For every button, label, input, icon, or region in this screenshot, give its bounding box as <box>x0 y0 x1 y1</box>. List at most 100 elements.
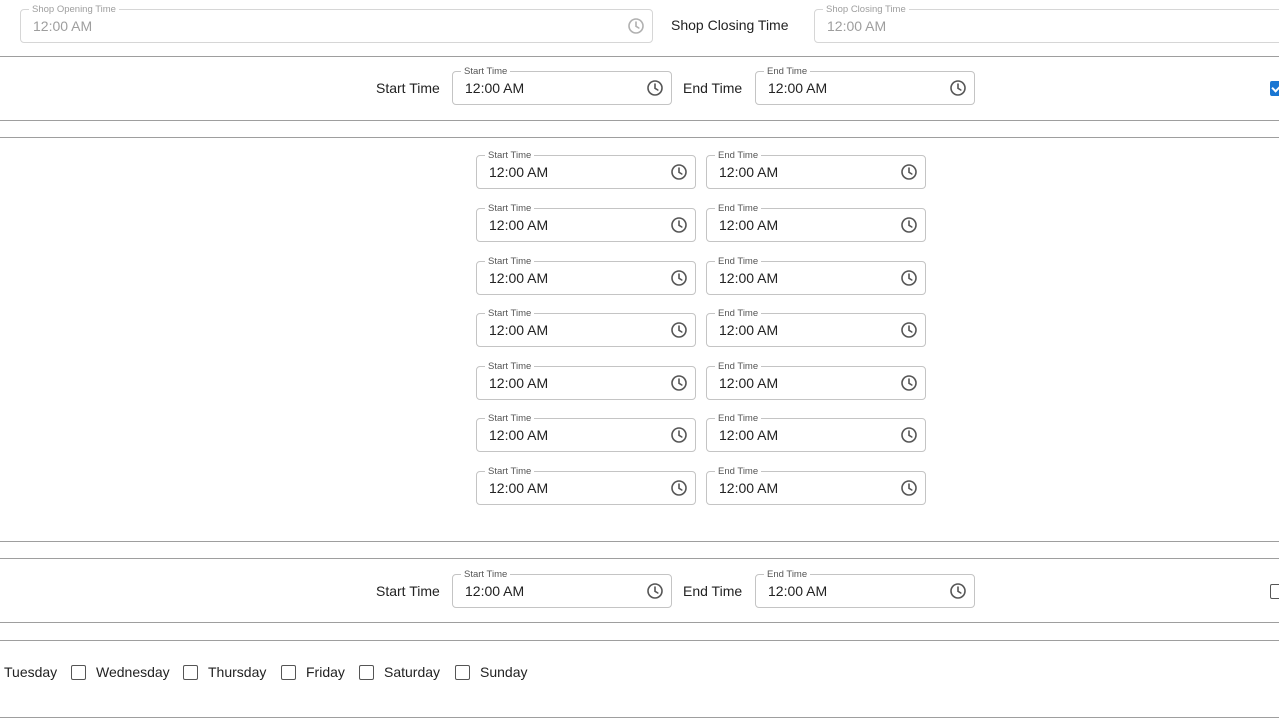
day-label-tuesday: Tuesday <box>4 664 58 680</box>
field-legend: Shop Closing Time <box>823 4 909 15</box>
field-legend: Start Time <box>485 203 535 214</box>
field-legend: End Time <box>715 150 762 161</box>
slot-start-time-field[interactable]: Start Time 12:00 AM <box>476 256 696 295</box>
divider <box>0 558 1279 559</box>
day-checkbox-friday[interactable] <box>281 665 296 680</box>
field-legend: End Time <box>764 66 811 77</box>
field-value: 12:00 AM <box>719 322 779 338</box>
slot-end-time-field[interactable]: End Time 12:00 AM <box>706 308 926 347</box>
field-value: 12:00 AM <box>768 583 828 599</box>
clock-icon[interactable] <box>900 374 918 392</box>
clock-icon[interactable] <box>670 321 688 339</box>
day-checkbox-thursday[interactable] <box>183 665 198 680</box>
field-legend: End Time <box>715 308 762 319</box>
day-checkbox-wednesday[interactable] <box>71 665 86 680</box>
row1-enabled-checkbox[interactable] <box>1270 81 1279 96</box>
clock-icon[interactable] <box>900 163 918 181</box>
field-value: 12:00 AM <box>719 217 779 233</box>
field-value: 12:00 AM <box>489 375 549 391</box>
field-legend: Start Time <box>461 66 511 77</box>
field-legend: Start Time <box>485 361 535 372</box>
field-legend: End Time <box>715 256 762 267</box>
field-value: 12:00 AM <box>827 18 887 34</box>
slot-start-time-field[interactable]: Start Time 12:00 AM <box>476 150 696 189</box>
field-value: 12:00 AM <box>489 270 549 286</box>
field-value: 12:00 AM <box>465 80 525 96</box>
day-label-saturday: Saturday <box>384 664 441 680</box>
field-value: 12:00 AM <box>489 164 549 180</box>
slot-end-time-field[interactable]: End Time 12:00 AM <box>706 203 926 242</box>
divider <box>0 56 1279 57</box>
clock-icon[interactable] <box>949 582 967 600</box>
clock-icon[interactable] <box>900 426 918 444</box>
row2-start-time-label: Start Time <box>376 583 440 599</box>
field-value: 12:00 AM <box>33 18 93 34</box>
clock-icon[interactable] <box>670 216 688 234</box>
slot-end-time-field[interactable]: End Time 12:00 AM <box>706 150 926 189</box>
row1-start-time-label: Start Time <box>376 80 440 96</box>
field-legend: Start Time <box>461 569 511 580</box>
row1-end-time-field[interactable]: End Time 12:00 AM <box>755 66 975 105</box>
clock-icon[interactable] <box>670 374 688 392</box>
row1-start-time-field[interactable]: Start Time 12:00 AM <box>452 66 672 105</box>
field-value: 12:00 AM <box>489 427 549 443</box>
divider <box>0 137 1279 138</box>
clock-icon[interactable] <box>670 426 688 444</box>
clock-icon[interactable] <box>670 163 688 181</box>
divider <box>0 717 1279 718</box>
field-value: 12:00 AM <box>768 80 828 96</box>
field-legend: Start Time <box>485 413 535 424</box>
field-legend: End Time <box>715 361 762 372</box>
shop-closing-time-label: Shop Closing Time <box>671 17 789 33</box>
field-value: 12:00 AM <box>489 217 549 233</box>
slot-end-time-field[interactable]: End Time 12:00 AM <box>706 361 926 400</box>
slot-end-time-field[interactable]: End Time 12:00 AM <box>706 413 926 452</box>
clock-icon[interactable] <box>670 269 688 287</box>
day-label-sunday: Sunday <box>480 664 528 680</box>
shop-opening-time-field[interactable]: Shop Opening Time 12:00 AM <box>20 4 653 43</box>
clock-icon[interactable] <box>646 79 664 97</box>
shop-closing-time-field[interactable]: Shop Closing Time 12:00 AM <box>814 4 1279 43</box>
slot-start-time-field[interactable]: Start Time 12:00 AM <box>476 466 696 505</box>
row2-end-time-label: End Time <box>683 583 743 599</box>
divider <box>0 120 1279 121</box>
field-legend: End Time <box>715 413 762 424</box>
field-legend: Start Time <box>485 150 535 161</box>
field-legend: Start Time <box>485 466 535 477</box>
clock-icon[interactable] <box>900 216 918 234</box>
clock-icon[interactable] <box>627 17 645 35</box>
clock-icon[interactable] <box>900 479 918 497</box>
slot-start-time-field[interactable]: Start Time 12:00 AM <box>476 413 696 452</box>
field-value: 12:00 AM <box>719 375 779 391</box>
field-legend: Shop Opening Time <box>29 4 119 15</box>
field-legend: End Time <box>715 466 762 477</box>
clock-icon[interactable] <box>670 479 688 497</box>
field-value: 12:00 AM <box>489 322 549 338</box>
field-legend: End Time <box>715 203 762 214</box>
day-label-friday: Friday <box>306 664 345 680</box>
row2-enabled-checkbox[interactable] <box>1270 584 1279 599</box>
slot-end-time-field[interactable]: End Time 12:00 AM <box>706 256 926 295</box>
day-checkbox-saturday[interactable] <box>359 665 374 680</box>
divider <box>0 541 1279 542</box>
day-label-thursday: Thursday <box>208 664 267 680</box>
row1-end-time-label: End Time <box>683 80 743 96</box>
clock-icon[interactable] <box>900 321 918 339</box>
field-legend: Start Time <box>485 256 535 267</box>
clock-icon[interactable] <box>900 269 918 287</box>
field-value: 12:00 AM <box>489 480 549 496</box>
row2-start-time-field[interactable]: Start Time 12:00 AM <box>452 569 672 608</box>
field-legend: Start Time <box>485 308 535 319</box>
field-value: 12:00 AM <box>719 270 779 286</box>
slot-start-time-field[interactable]: Start Time 12:00 AM <box>476 203 696 242</box>
clock-icon[interactable] <box>646 582 664 600</box>
field-value: 12:00 AM <box>719 164 779 180</box>
clock-icon[interactable] <box>949 79 967 97</box>
slot-end-time-field[interactable]: End Time 12:00 AM <box>706 466 926 505</box>
field-value: 12:00 AM <box>465 583 525 599</box>
divider <box>0 640 1279 641</box>
slot-start-time-field[interactable]: Start Time 12:00 AM <box>476 361 696 400</box>
row2-end-time-field[interactable]: End Time 12:00 AM <box>755 569 975 608</box>
slot-start-time-field[interactable]: Start Time 12:00 AM <box>476 308 696 347</box>
day-checkbox-sunday[interactable] <box>455 665 470 680</box>
